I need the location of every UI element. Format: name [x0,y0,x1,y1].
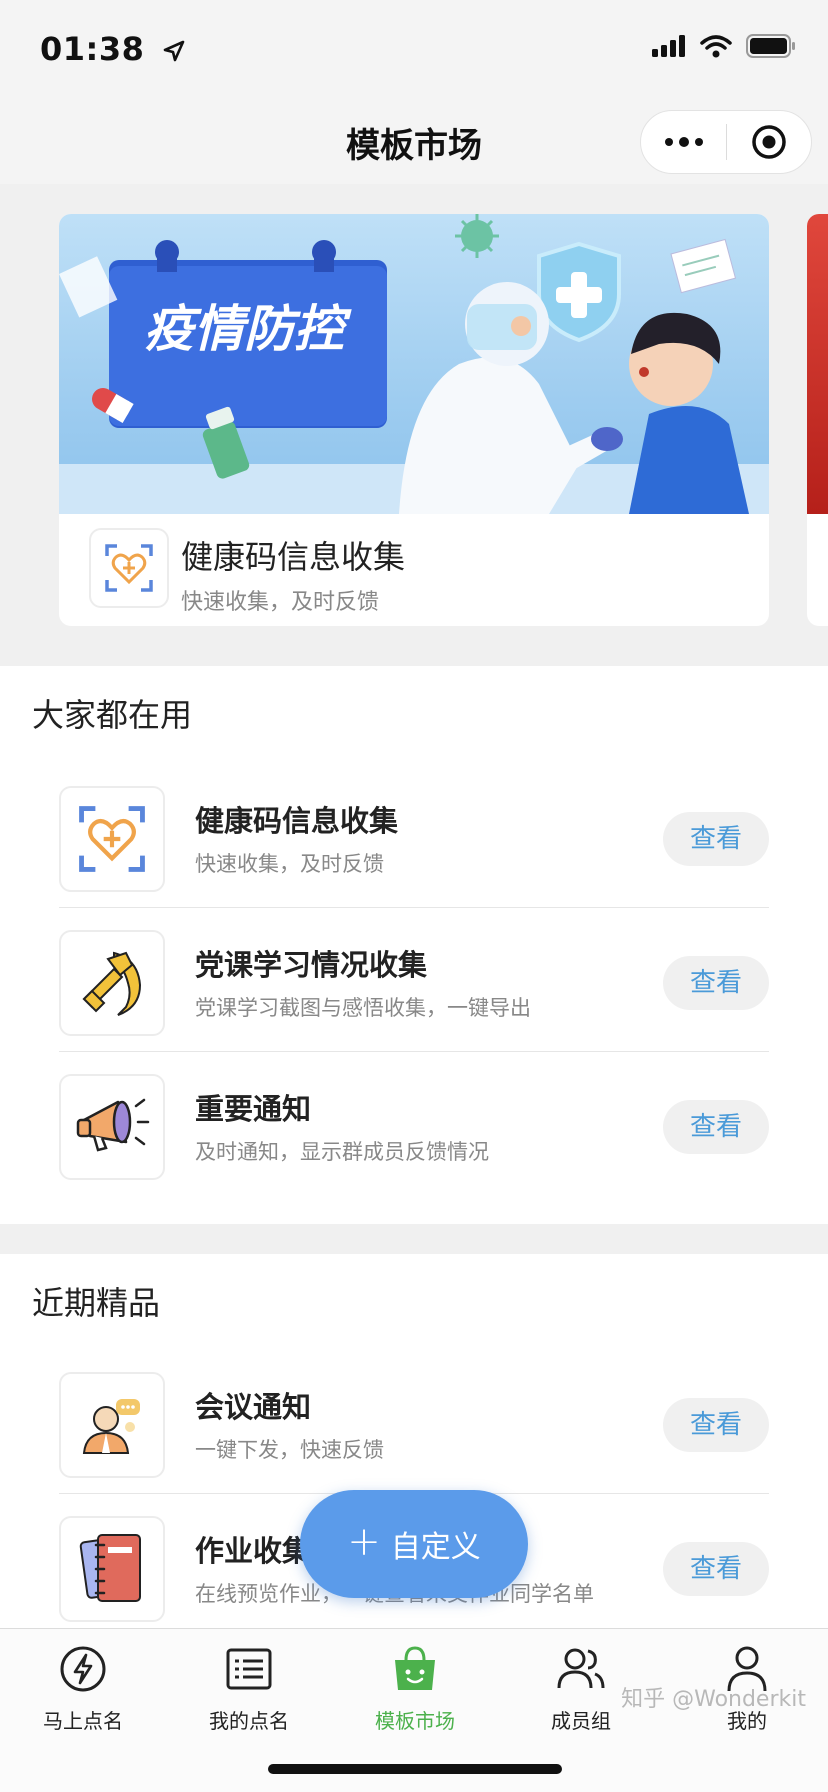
signal-icon [652,35,685,57]
banner-image: 疫情防控 [59,214,769,514]
members-icon [557,1648,605,1689]
virus-icon [455,214,499,258]
section-gap [0,1224,828,1254]
item-subtitle: 党课学习截图与感悟收集，一键导出 [195,996,531,1020]
wifi-icon [700,35,732,58]
list-item[interactable]: 健康码信息收集 快速收集，及时反馈 查看 [59,764,769,908]
item-thumb [59,786,165,892]
banner-image-text: 疫情防控 [144,300,352,358]
more-dot-icon [694,138,703,146]
item-subtitle: 快速收集，及时反馈 [195,852,384,876]
banner-carousel[interactable]: 疫情防控 健康码信息收集 快速收集，及时反馈 [0,184,828,666]
notebook-icon [79,1534,141,1602]
list-item[interactable]: 重要通知 及时通知，显示群成员反馈情况 查看 [59,1052,769,1196]
item-thumb [59,1516,165,1622]
banner-card[interactable]: 疫情防控 健康码信息收集 快速收集，及时反馈 [59,214,769,626]
popular-section: 大家都在用 健康码信息收集 快速收集，及时反馈 查看 党课学习情况收集 党课学习… [0,666,828,1224]
banner-caption-subtitle: 快速收集，及时反馈 [181,590,380,615]
plus-icon: + [347,1519,381,1565]
list-item[interactable]: 会议通知 一键下发，快速反馈 查看 [59,1350,769,1494]
view-button[interactable]: 查看 [663,956,769,1010]
meeting-icon [82,1399,140,1454]
tab-label: 我的点名 [209,1709,289,1733]
item-title: 党课学习情况收集 [195,948,428,982]
nav-bar: 模板市场 [0,100,828,184]
item-subtitle: 一键下发，快速反馈 [195,1438,384,1462]
close-mini-program-button[interactable] [727,124,811,160]
item-thumb [59,930,165,1036]
status-time-text: 01:38 [40,30,145,68]
watermark: 知乎 @Wonderkit [621,1687,806,1712]
item-subtitle: 及时通知，显示群成员反馈情况 [195,1140,489,1164]
view-button[interactable]: 查看 [663,1398,769,1452]
tab-label: 马上点名 [43,1709,123,1733]
more-dot-icon [664,138,673,146]
customize-button-label: 自定义 [390,1530,481,1565]
list-icon [226,1648,272,1690]
list-item[interactable]: 党课学习情况收集 党课学习截图与感悟收集，一键导出 查看 [59,908,769,1052]
shopping-bag-icon [395,1646,435,1690]
status-icons [652,34,796,58]
view-button[interactable]: 查看 [663,1100,769,1154]
item-thumb [59,1372,165,1478]
epidemic-illustration: 疫情防控 [59,214,769,514]
lightning-icon [60,1646,106,1692]
banner-caption-thumb [89,528,169,608]
more-dot-icon [678,137,689,147]
view-button[interactable]: 查看 [663,1542,769,1596]
item-thumb [59,1074,165,1180]
more-menu-button[interactable] [641,137,726,147]
health-code-icon [105,544,153,592]
mini-program-capsule [640,110,812,174]
target-close-icon [752,125,786,159]
section-title: 大家都在用 [32,696,193,734]
tab-template-market[interactable]: 模板市场 [332,1639,498,1749]
item-title: 健康码信息收集 [195,804,399,838]
item-title: 重要通知 [195,1092,312,1126]
next-banner-image [807,214,828,514]
health-code-icon [79,806,145,872]
tab-my-roll-calls[interactable]: 我的点名 [166,1639,332,1749]
party-emblem-icon [82,951,142,1016]
location-arrow-icon [163,40,185,62]
battery-icon [746,34,795,58]
item-title: 会议通知 [195,1390,312,1424]
status-time: 01:38 [40,30,186,68]
banner-caption-title: 健康码信息收集 [181,538,406,576]
tab-roll-call-now[interactable]: 马上点名 [0,1639,166,1749]
section-title: 近期精品 [32,1284,161,1322]
item-title: 作业收集 [195,1534,312,1568]
tab-label: 模板市场 [375,1709,455,1733]
view-button[interactable]: 查看 [663,812,769,866]
megaphone-icon [76,1098,150,1152]
status-bar: 01:38 [0,0,828,100]
home-indicator [268,1764,562,1774]
customize-button[interactable]: + 自定义 [300,1490,528,1598]
next-banner-card[interactable] [807,214,828,626]
